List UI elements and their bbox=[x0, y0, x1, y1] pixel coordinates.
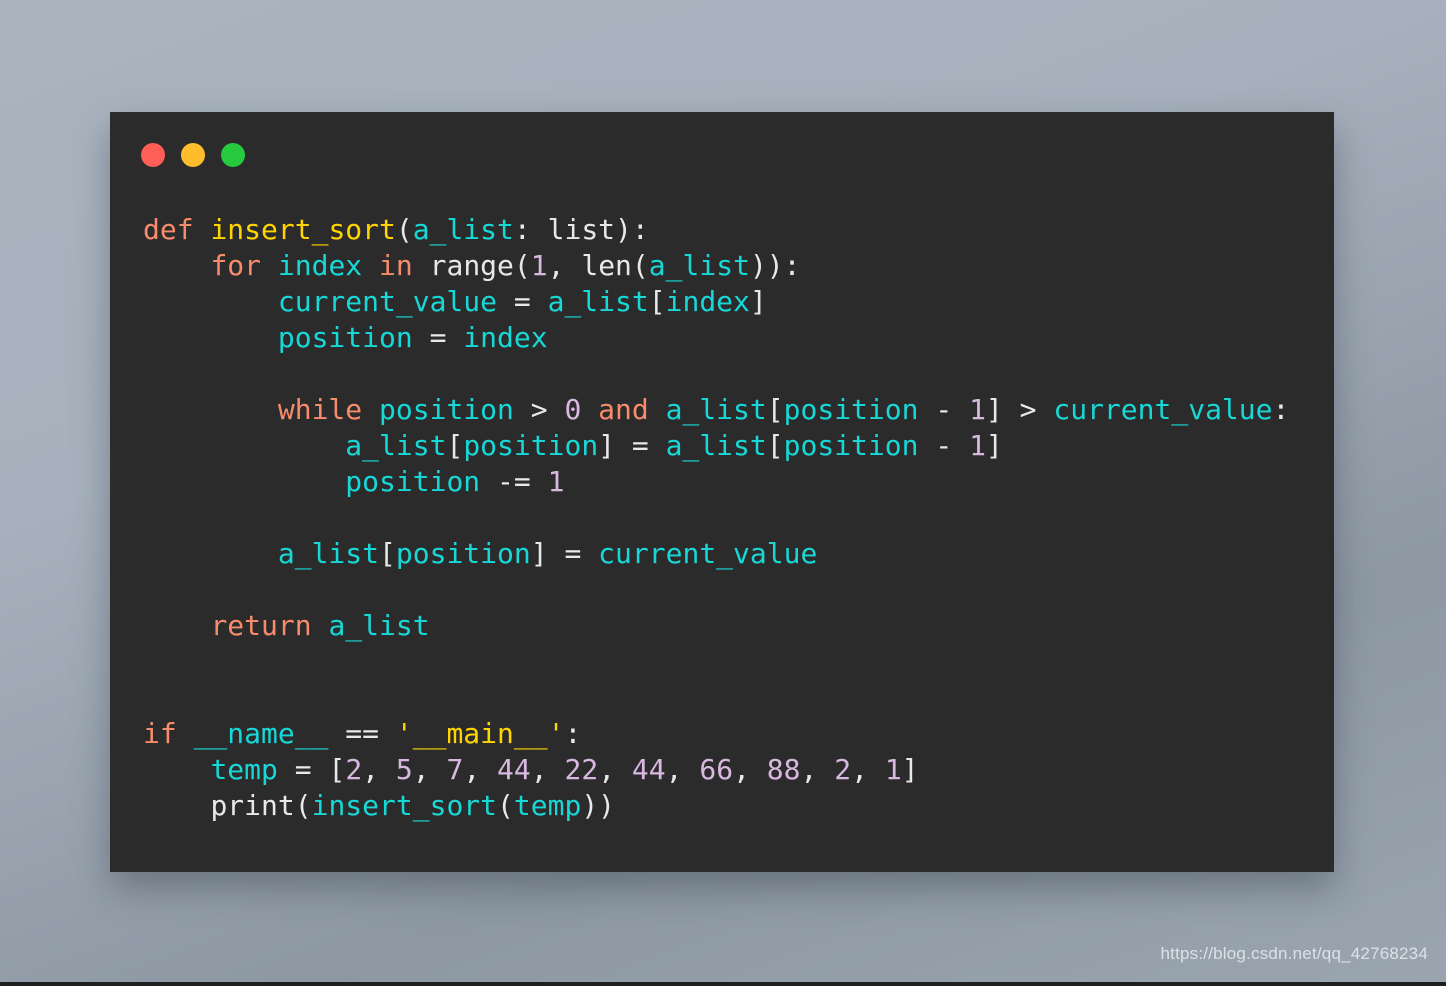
code-line: current_value = a_list[index] bbox=[277, 285, 767, 318]
window-titlebar[interactable] bbox=[110, 112, 1334, 200]
source-code-block: def insert_sort(a_list: list): for index… bbox=[143, 212, 1324, 824]
minimize-window-button[interactable] bbox=[181, 143, 205, 167]
code-line: temp = [2, 5, 7, 44, 22, 44, 66, 88, 2, … bbox=[210, 753, 919, 786]
code-line: print(insert_sort(temp)) bbox=[210, 789, 616, 822]
maximize-window-button[interactable] bbox=[221, 143, 245, 167]
code-line: while position > 0 and a_list[position -… bbox=[277, 393, 1290, 426]
code-line: position = index bbox=[277, 321, 548, 354]
code-editor-area[interactable]: def insert_sort(a_list: list): for index… bbox=[143, 212, 1324, 824]
code-line: if __name__ == '__main__': bbox=[143, 717, 582, 750]
code-line: a_list[position] = current_value bbox=[277, 537, 818, 570]
code-line: a_list[position] = a_list[position - 1] bbox=[345, 429, 1003, 462]
code-line: return a_list bbox=[210, 609, 430, 642]
bottom-edge-strip bbox=[0, 982, 1446, 986]
screenshot-canvas: def insert_sort(a_list: list): for index… bbox=[0, 0, 1446, 986]
code-line: for index in range(1, len(a_list)): bbox=[210, 249, 801, 282]
close-window-button[interactable] bbox=[141, 143, 165, 167]
code-line: def insert_sort(a_list: list): bbox=[143, 213, 649, 246]
code-window: def insert_sort(a_list: list): for index… bbox=[110, 112, 1334, 872]
code-line: position -= 1 bbox=[345, 465, 565, 498]
watermark-url: https://blog.csdn.net/qq_42768234 bbox=[1160, 944, 1428, 963]
